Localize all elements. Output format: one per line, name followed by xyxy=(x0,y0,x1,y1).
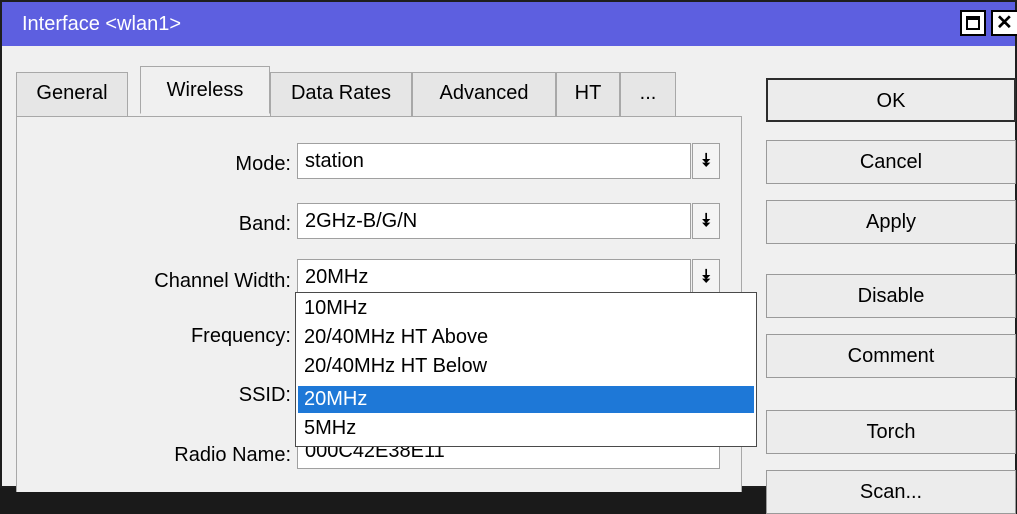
channel-width-select[interactable]: 20MHz xyxy=(297,259,691,295)
disable-button[interactable]: Disable xyxy=(766,274,1016,318)
channel-width-label: Channel Width: xyxy=(154,270,291,292)
tab-advanced[interactable]: Advanced xyxy=(412,72,556,118)
close-icon[interactable]: ✕ xyxy=(991,10,1017,36)
band-dropdown-icon[interactable]: ⯯ xyxy=(692,203,720,239)
band-label: Band: xyxy=(238,213,291,235)
mode-label: Mode: xyxy=(235,153,291,175)
dropdown-option[interactable]: 10MHz xyxy=(298,295,754,322)
tab-wireless[interactable]: Wireless xyxy=(140,66,270,114)
dropdown-option[interactable]: 20/40MHz HT Above xyxy=(298,324,754,351)
tab-more[interactable]: ... xyxy=(620,72,676,118)
maximize-icon[interactable] xyxy=(960,10,986,36)
radio-name-label: Radio Name: xyxy=(174,444,291,466)
tab-ht[interactable]: HT xyxy=(556,72,620,118)
apply-button[interactable]: Apply xyxy=(766,200,1016,244)
dropdown-option[interactable]: 20/40MHz HT Below xyxy=(298,353,754,380)
mode-select[interactable]: station xyxy=(297,143,691,179)
frequency-label: Frequency: xyxy=(190,325,291,347)
dropdown-option[interactable]: 5MHz xyxy=(298,415,754,442)
interface-window: Interface <wlan1> ✕ General Wireless Dat… xyxy=(0,0,1017,514)
comment-button[interactable]: Comment xyxy=(766,334,1016,378)
tab-general[interactable]: General xyxy=(16,72,128,118)
torch-button[interactable]: Torch xyxy=(766,410,1016,454)
tab-data-rates[interactable]: Data Rates xyxy=(270,72,412,118)
cancel-button[interactable]: Cancel xyxy=(766,140,1016,184)
band-select[interactable]: 2GHz-B/G/N xyxy=(297,203,691,239)
ok-button[interactable]: OK xyxy=(766,78,1016,122)
dropdown-option-selected[interactable]: 20MHz xyxy=(298,386,754,413)
mode-dropdown-icon[interactable]: ⯯ xyxy=(692,143,720,179)
channel-width-dropdown-list: 10MHz 20/40MHz HT Above 20/40MHz HT Belo… xyxy=(295,292,757,447)
window-title: Interface <wlan1> xyxy=(22,13,181,35)
channel-width-dropdown-icon[interactable]: ⯯ xyxy=(692,259,720,295)
scan-button[interactable]: Scan... xyxy=(766,470,1016,514)
ssid-label: SSID: xyxy=(238,384,291,406)
title-bar[interactable]: Interface <wlan1> ✕ xyxy=(2,2,1017,46)
